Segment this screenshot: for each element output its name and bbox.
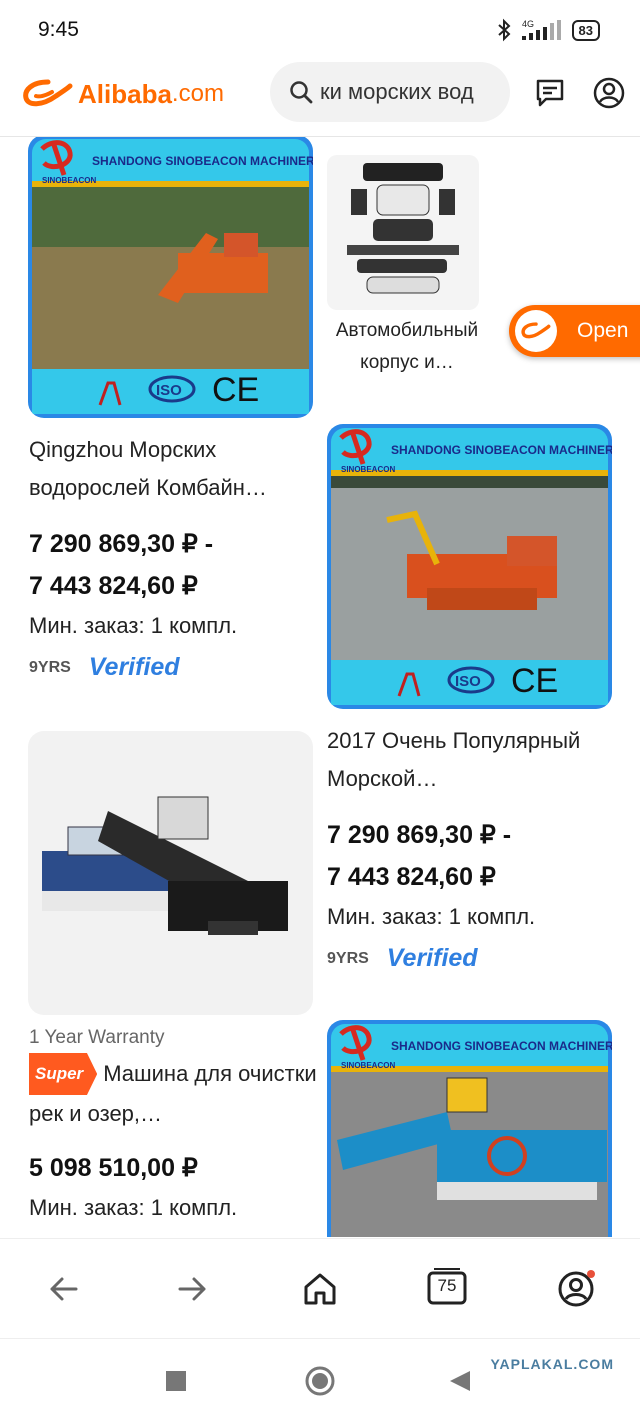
banner-text: SHANDONG SINOBEACON MACHINERY LTD xyxy=(92,154,313,168)
product-price-min: 7 290 869,30 ₽ - xyxy=(327,821,512,849)
browser-nav-bar: 75 xyxy=(0,1238,640,1339)
home-button-icon[interactable] xyxy=(304,1365,336,1397)
ce-mark: CE xyxy=(212,371,259,409)
watermark: YAPLAKAL.COM xyxy=(490,1356,614,1372)
product-image[interactable] xyxy=(327,155,479,310)
back-arrow-icon[interactable] xyxy=(44,1269,84,1309)
verified-badge[interactable]: Verified xyxy=(387,944,478,973)
bluetooth-icon xyxy=(497,18,510,42)
banner-text: SHANDONG SINOBEACON MACHINERY LTD xyxy=(391,443,612,457)
harvester-photo: SHANDONG SINOBEACON MACHINERY LTD SINOBE… xyxy=(32,139,313,414)
profile-icon[interactable] xyxy=(556,1269,596,1309)
search-query: ки морских вод xyxy=(320,79,474,104)
forward-arrow-icon[interactable] xyxy=(172,1269,212,1309)
search-bar[interactable]: ки морских вод xyxy=(270,62,510,122)
supplier-info: 9YRS Verified xyxy=(327,944,627,973)
account-icon[interactable] xyxy=(592,76,626,110)
river-cleaning-boat-photo xyxy=(42,796,288,935)
alibaba-app-icon xyxy=(515,310,557,352)
iso-badge: ISO xyxy=(455,673,481,690)
min-order: Мин. заказ: 1 компл. xyxy=(29,613,238,638)
harvester-photo: SHANDONG SINOBEACON MACHINERY LTD SINOBE… xyxy=(331,428,612,705)
product-price-max: 7 443 824,60 ₽ xyxy=(29,572,198,600)
warranty-label: 1 Year Warranty xyxy=(29,1027,165,1048)
signal-icon: 4G xyxy=(521,19,561,40)
recents-icon[interactable] xyxy=(165,1370,187,1392)
iso-badge: ISO xyxy=(156,382,182,399)
battery-indicator: 83 xyxy=(571,19,600,41)
banner-sub: SINOBEACON xyxy=(341,465,395,474)
product-card-text[interactable]: 2017 Очень Популярный Морской… 7 290 869… xyxy=(327,722,627,973)
open-label: Open xyxy=(577,319,629,342)
search-icon xyxy=(290,81,313,104)
product-price-max: 7 443 824,60 ₽ xyxy=(327,863,496,891)
product-card-text[interactable]: Qingzhou Морских водорослей Комбайн… 7 2… xyxy=(29,431,319,682)
tabs-button[interactable]: 75 xyxy=(424,1267,470,1309)
status-time: 9:45 xyxy=(38,18,79,41)
product-title[interactable]: 2017 Очень Популярный Морской… xyxy=(327,722,627,798)
back-triangle-icon[interactable] xyxy=(448,1369,472,1393)
ce-mark: CE xyxy=(511,662,558,700)
product-card-text[interactable]: Автомобильный корпус и… xyxy=(327,315,487,379)
banner-sub: SINOBEACON xyxy=(341,1061,395,1070)
supplier-info: 9YRS Verified xyxy=(29,653,319,682)
brand-name: Alibaba xyxy=(78,78,172,109)
product-card-text[interactable]: 1 Year Warranty Super Машина для очистки … xyxy=(29,1027,319,1227)
brand-suffix: .com xyxy=(171,80,224,107)
product-price: 5 098 510,00 ₽ xyxy=(29,1154,198,1182)
harvester-render-photo: SHANDONG SINOBEACON MACHINERY LTD SINOBE… xyxy=(331,1024,612,1237)
product-price-min: 7 290 869,30 ₽ - xyxy=(29,530,214,558)
alibaba-logo[interactable]: Alibaba .com xyxy=(22,76,224,112)
min-order: Мин. заказ: 1 компл. xyxy=(29,1195,238,1220)
tabs-count: 75 xyxy=(437,1276,457,1295)
car-body-kit-photo xyxy=(347,163,459,294)
super-badge: Super xyxy=(29,1053,98,1095)
supplier-years: 9YRS xyxy=(29,658,71,676)
product-title[interactable]: Qingzhou Морских водорослей Комбайн… xyxy=(29,431,319,507)
alibaba-logo-icon xyxy=(23,79,73,107)
product-title[interactable]: Автомобильный корпус и… xyxy=(327,315,487,379)
product-title[interactable]: Super Машина для очистки рек и озер,… xyxy=(29,1053,319,1133)
product-image[interactable]: SHANDONG SINOBEACON MACHINERY LTD SINOBE… xyxy=(327,424,612,709)
product-grid: SHANDONG SINOBEACON MACHINERY LTD SINOBE… xyxy=(0,137,640,1237)
status-icons: 4G 83 xyxy=(496,18,600,42)
product-image[interactable] xyxy=(28,731,313,1015)
home-icon[interactable] xyxy=(300,1269,340,1309)
banner-text: SHANDONG SINOBEACON MACHINERY LTD xyxy=(391,1039,612,1053)
product-image[interactable]: SHANDONG SINOBEACON MACHINERY LTD SINOBE… xyxy=(28,137,313,418)
app-header: Alibaba .com ки морских вод xyxy=(0,58,640,137)
verified-badge[interactable]: Verified xyxy=(89,653,180,682)
product-image[interactable]: SHANDONG SINOBEACON MACHINERY LTD SINOBE… xyxy=(327,1020,612,1237)
supplier-years: 9YRS xyxy=(327,949,369,967)
status-bar: 9:45 4G 83 xyxy=(0,0,640,58)
banner-sub: SINOBEACON xyxy=(42,176,96,185)
system-nav-bar xyxy=(0,1338,640,1424)
network-label: 4G xyxy=(522,19,534,29)
messages-icon[interactable] xyxy=(533,76,567,110)
open-in-app-button[interactable]: Open xyxy=(509,305,640,357)
min-order: Мин. заказ: 1 компл. xyxy=(327,904,536,929)
